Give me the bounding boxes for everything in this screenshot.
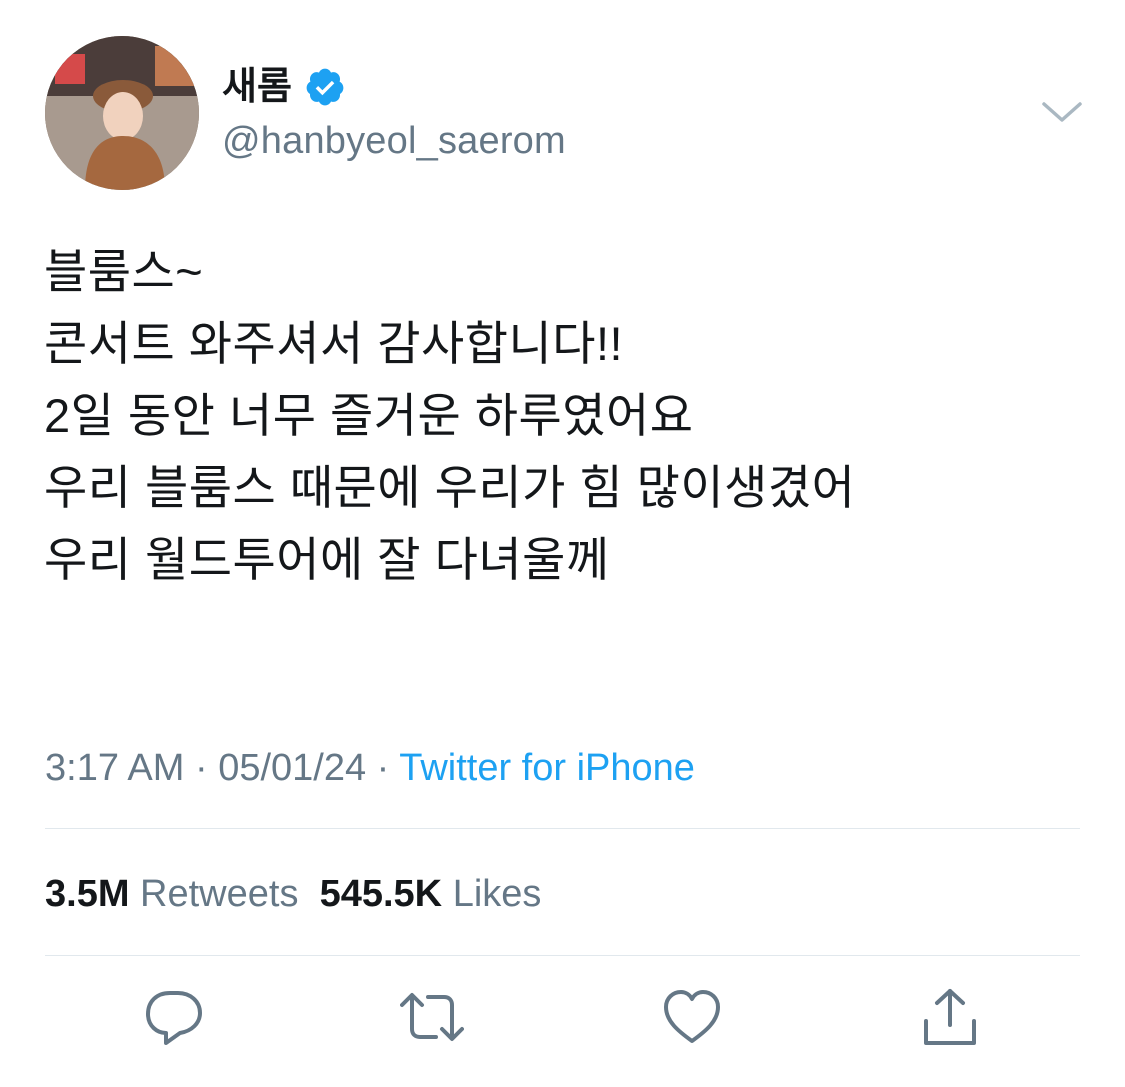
display-name[interactable]: 새롬 <box>222 63 346 111</box>
share-icon <box>924 989 976 1045</box>
reply-button[interactable] <box>142 985 206 1049</box>
retweet-icon <box>400 993 464 1041</box>
retweets-count: 3.5M <box>45 873 130 915</box>
avatar-photo <box>45 36 199 190</box>
meta-separator: · <box>184 747 219 789</box>
divider <box>45 955 1080 956</box>
tweet-time[interactable]: 3:17 AM <box>45 747 184 789</box>
divider <box>45 828 1080 829</box>
share-button[interactable] <box>918 985 982 1049</box>
user-handle[interactable]: @hanbyeol_saerom <box>222 117 566 165</box>
retweets-stat[interactable]: 3.5M Retweets <box>45 873 298 915</box>
like-button[interactable] <box>660 985 724 1049</box>
tweet-stats: 3.5M Retweets 545.5K Likes <box>45 870 541 918</box>
likes-count: 545.5K <box>319 873 443 915</box>
retweets-label: Retweets <box>140 873 299 915</box>
meta-separator: · <box>366 747 400 789</box>
tweet-date[interactable]: 05/01/24 <box>218 747 366 789</box>
likes-stat[interactable]: 545.5K Likes <box>320 873 542 915</box>
display-name-text[interactable]: 새롬 <box>222 63 292 111</box>
likes-label: Likes <box>452 873 542 915</box>
avatar[interactable] <box>45 36 199 190</box>
tweet-source-link[interactable]: Twitter for iPhone <box>399 747 695 789</box>
heart-icon <box>664 990 720 1043</box>
reply-icon <box>146 991 202 1045</box>
tweet-text: 블룸스~ 콘서트 와주셔서 감사합니다!! 2일 동안 너무 즐거운 하루였어요… <box>44 245 856 586</box>
chevron-down-icon[interactable] <box>1040 98 1084 126</box>
action-bar <box>0 985 1125 1055</box>
retweet-button[interactable] <box>400 985 464 1049</box>
tweet-meta: 3:17 AM · 05/01/24 · Twitter for iPhone <box>45 744 695 792</box>
verified-badge-icon <box>304 66 346 108</box>
